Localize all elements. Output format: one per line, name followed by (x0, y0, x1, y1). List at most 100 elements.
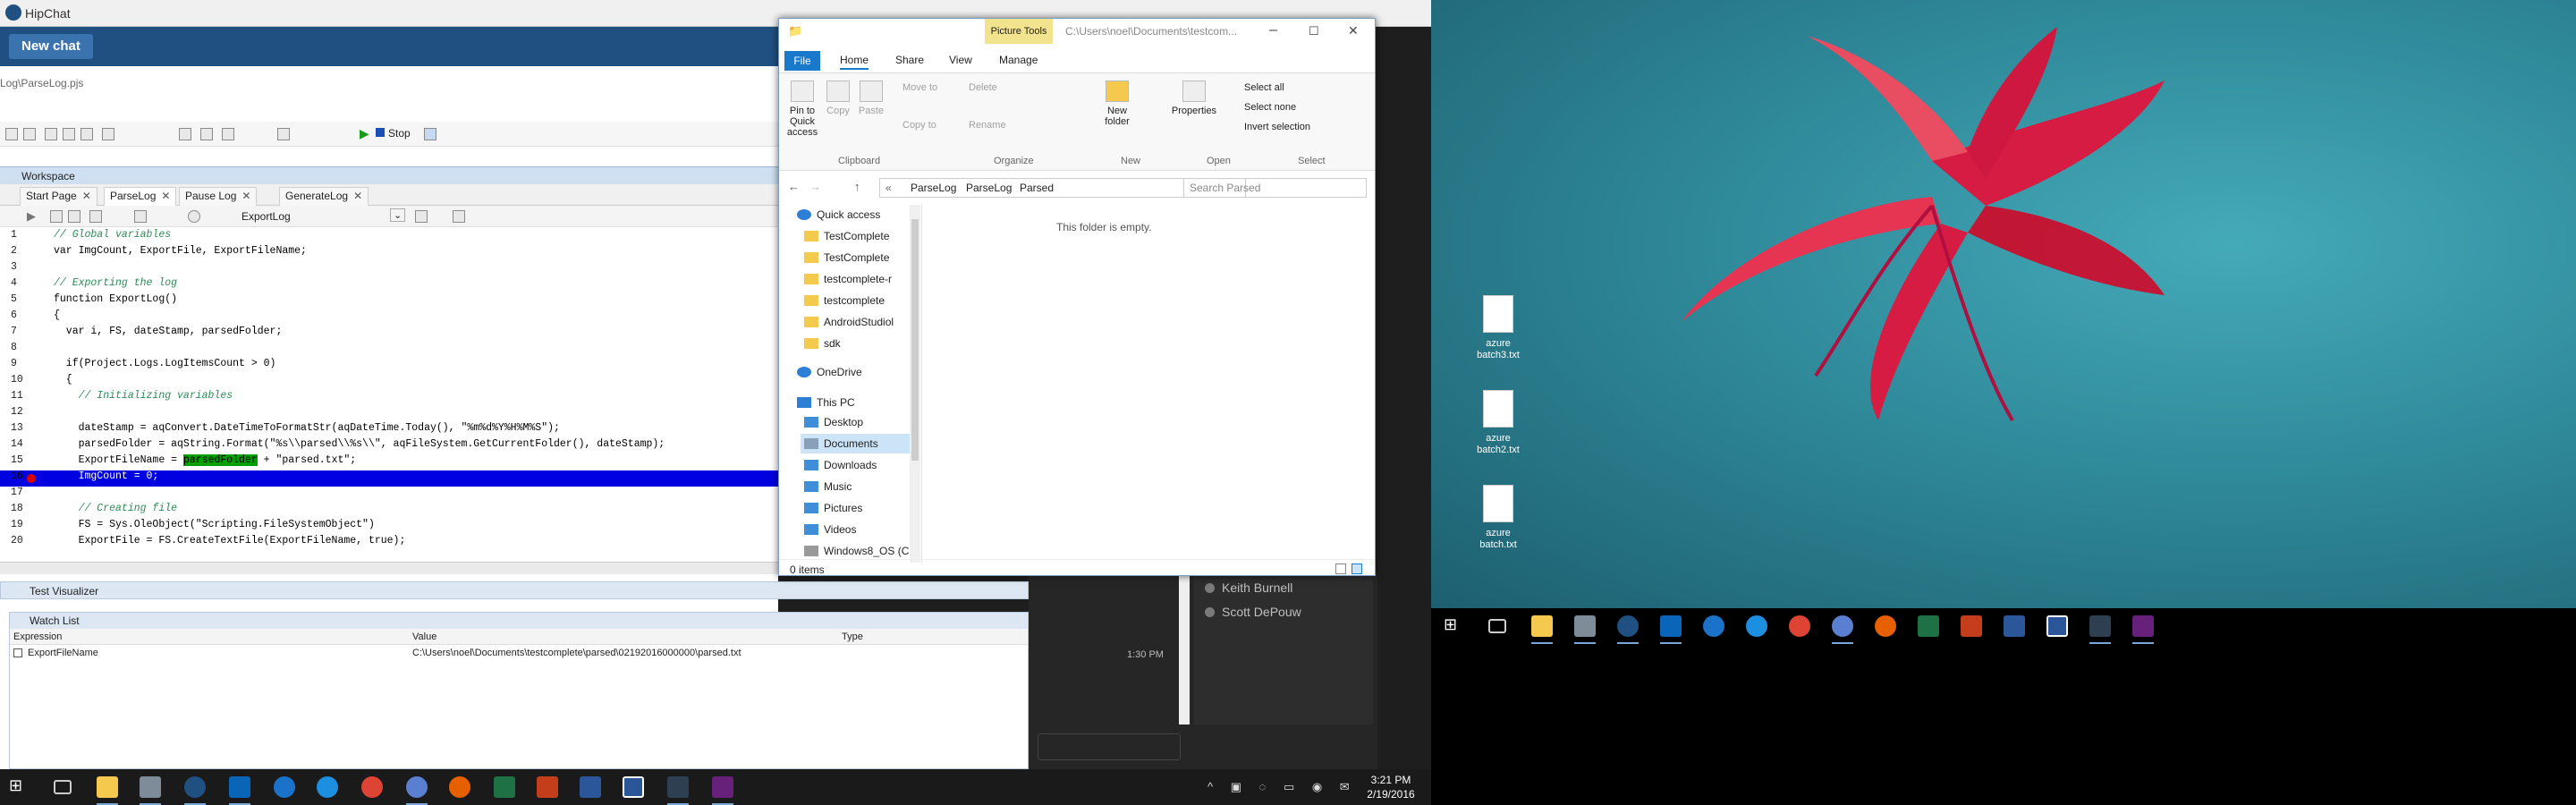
watch-checkbox[interactable] (13, 648, 22, 657)
breakpoint-icon[interactable] (188, 210, 200, 223)
comment-icon[interactable] (89, 210, 102, 223)
bird-app-icon[interactable] (2089, 615, 2111, 644)
up-icon[interactable]: ↑ (854, 180, 860, 193)
trello-icon[interactable] (623, 776, 644, 798)
large-icons-view-icon[interactable] (1352, 564, 1362, 574)
visual-studio-icon[interactable] (712, 776, 733, 805)
select-all-button[interactable]: Select all (1244, 82, 1284, 93)
tab-manage[interactable]: Manage (999, 54, 1038, 66)
new-chat-button[interactable]: New chat (9, 34, 93, 59)
rename-button[interactable]: Rename (969, 120, 1006, 131)
minimize-icon[interactable]: – (1269, 22, 1277, 38)
forward-icon[interactable]: → (809, 180, 821, 193)
log-icon[interactable] (222, 128, 234, 140)
invert-selection-button[interactable]: Invert selection (1244, 122, 1310, 132)
indent-icon[interactable] (50, 210, 63, 223)
delete-button[interactable]: Delete (969, 82, 997, 93)
nav-pinned-item[interactable]: TestComplete (804, 226, 925, 246)
powerpoint-icon[interactable] (537, 776, 558, 798)
tab-file[interactable]: File (784, 51, 820, 71)
properties-button[interactable]: Properties (1171, 80, 1217, 116)
maximize-icon[interactable]: ☐ (1309, 24, 1319, 38)
person-item[interactable]: Scott DePouw (1205, 605, 1301, 619)
new-folder-button[interactable]: New folder (1099, 80, 1135, 127)
nav-onedrive[interactable]: OneDrive (797, 362, 918, 382)
copy-to-button[interactable]: Copy to (902, 120, 936, 131)
chat-input[interactable] (1038, 733, 1181, 760)
pin-button[interactable]: Pin to Quick access (784, 80, 820, 138)
hipchat-icon[interactable] (1617, 615, 1639, 644)
excel-icon[interactable] (1918, 615, 1939, 637)
close-icon[interactable]: ✕ (353, 190, 362, 202)
run-icon[interactable]: ▶ (360, 126, 369, 141)
nav-videos[interactable]: Videos (804, 520, 925, 539)
breadcrumb-item[interactable]: ParseLog (966, 182, 1012, 194)
outlook-icon[interactable] (229, 776, 250, 805)
tab-pause-log[interactable]: Pause Log ✕ (179, 187, 258, 206)
bookmark-icon[interactable] (134, 210, 147, 223)
tab-view[interactable]: View (949, 54, 972, 66)
select-none-button[interactable]: Select none (1244, 102, 1296, 113)
outdent-icon[interactable] (68, 210, 80, 223)
clock[interactable]: 3:21 PM 2/19/2016 (1360, 773, 1422, 801)
cut-icon[interactable] (45, 128, 57, 140)
testcomplete-icon[interactable] (140, 776, 161, 805)
desktop-file-icon[interactable]: azure batch.txt (1467, 485, 1530, 551)
nav-scrollbar[interactable] (910, 205, 920, 563)
stop-button[interactable]: Stop (376, 127, 411, 140)
task-view-icon[interactable] (1488, 619, 1506, 633)
column-expression[interactable]: Expression (13, 631, 62, 642)
testcomplete-icon[interactable] (1574, 615, 1596, 644)
word-icon[interactable] (2004, 615, 2025, 637)
nav-downloads[interactable]: Downloads (804, 455, 925, 475)
table-row[interactable]: ExportFileName C:\Users\noel\Documents\t… (10, 645, 1028, 661)
chrome-canary-icon[interactable] (1832, 615, 1853, 644)
ie-icon[interactable] (1746, 615, 1767, 637)
tab-start-page[interactable]: Start Page ✕ (20, 187, 97, 206)
play-icon[interactable]: ▶ (27, 209, 36, 224)
nav-documents[interactable]: Documents (801, 434, 919, 453)
ie-icon[interactable] (317, 776, 338, 798)
breakpoint-icon[interactable] (27, 474, 36, 483)
breadcrumb-item[interactable]: Parsed (1020, 182, 1054, 194)
routine-selector[interactable]: ExportLog (242, 210, 291, 223)
tab-parselog[interactable]: ParseLog ✕ (104, 187, 177, 206)
back-icon[interactable]: ← (788, 180, 800, 193)
outlook-icon[interactable] (1660, 615, 1682, 644)
edge-icon[interactable] (274, 776, 295, 798)
recorder-icon[interactable] (424, 128, 436, 140)
tab-share[interactable]: Share (895, 54, 924, 66)
open-icon[interactable] (200, 128, 213, 140)
nav-pinned-item[interactable]: AndroidStudiol (804, 312, 925, 332)
save-icon[interactable] (179, 128, 191, 140)
close-icon[interactable]: ✕ (161, 190, 170, 202)
delete-icon[interactable] (102, 128, 114, 140)
close-icon[interactable]: ✕ (82, 190, 91, 202)
chrome-canary-icon[interactable] (406, 776, 428, 805)
trello-icon[interactable] (2046, 615, 2068, 637)
chrome-icon[interactable] (361, 776, 383, 798)
nav-drive[interactable]: Windows8_OS (C: (804, 541, 925, 561)
desktop-file-icon[interactable]: azure batch2.txt (1467, 390, 1530, 456)
search-input[interactable]: Search Parsed (1183, 178, 1367, 198)
chevron-down-icon[interactable]: ⌄ (390, 208, 406, 222)
undo-icon[interactable] (5, 128, 18, 140)
nav-music[interactable]: Music (804, 477, 925, 496)
chrome-icon[interactable] (1789, 615, 1810, 637)
column-value[interactable]: Value (412, 631, 436, 642)
system-tray[interactable]: ^ ▣ ◌ ▭ ◉ ✉ (1208, 780, 1357, 794)
navigate-icon[interactable] (415, 210, 428, 223)
desktop-file-icon[interactable]: azure batch3.txt (1467, 295, 1530, 361)
firefox-icon[interactable] (449, 776, 470, 798)
column-type[interactable]: Type (842, 631, 863, 642)
copy-button[interactable]: Copy (824, 80, 852, 116)
powerpoint-icon[interactable] (1961, 615, 1982, 637)
move-to-button[interactable]: Move to (902, 82, 937, 93)
redo-icon[interactable] (23, 128, 36, 140)
horizontal-scrollbar[interactable] (0, 562, 778, 574)
excel-icon[interactable] (494, 776, 515, 798)
panel-icon[interactable] (453, 210, 465, 223)
word-icon[interactable] (580, 776, 601, 798)
start-icon[interactable]: ⊞ (1444, 615, 1465, 637)
hipchat-icon[interactable] (184, 776, 206, 805)
